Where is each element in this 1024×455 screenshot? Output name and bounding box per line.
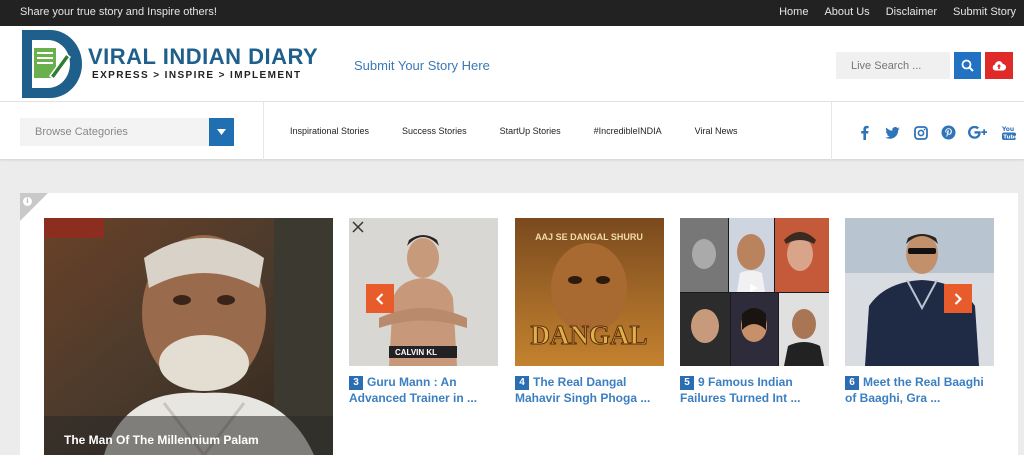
google-plus-icon[interactable] xyxy=(968,124,989,141)
instagram-icon[interactable] xyxy=(912,124,929,141)
search-icon xyxy=(961,59,974,72)
menu-item-inspirational-stories[interactable]: Inspirational Stories xyxy=(290,126,369,136)
chevron-right-icon xyxy=(954,292,962,305)
story-title-line2: Mahavir Singh Phoga ... xyxy=(515,391,651,405)
pinterest-icon[interactable] xyxy=(940,124,957,141)
youtube-icon[interactable]: YouTube xyxy=(1000,124,1017,141)
story-title[interactable]: 4 The Real Dangal Mahavir Singh Phoga ... xyxy=(515,374,664,406)
svg-text:You: You xyxy=(1002,126,1014,133)
story-title[interactable]: 5 9 Famous Indian Failures Turned Int ... xyxy=(680,374,829,406)
search-button[interactable] xyxy=(954,52,981,79)
story-card[interactable]: 5 9 Famous Indian Failures Turned Int ... xyxy=(680,218,829,406)
site-header: VIRAL INDIAN DIARY EXPRESS > INSPIRE > I… xyxy=(0,26,1024,102)
story-thumbnail[interactable]: AAJ SE DANGAL SHURU DANGAL xyxy=(515,218,664,366)
cloud-upload-icon xyxy=(992,61,1006,71)
chevron-left-icon xyxy=(376,292,384,305)
story-title-line1: 9 Famous Indian xyxy=(698,375,793,389)
story-title-line1: Guru Mann : An xyxy=(367,375,457,389)
nav-divider xyxy=(263,102,264,160)
card-cover-text: DANGAL xyxy=(530,320,647,350)
story-title-line1: Meet the Real Baaghi xyxy=(863,375,984,389)
story-number: 6 xyxy=(845,376,859,390)
twitter-icon[interactable] xyxy=(884,124,901,141)
top-bar: Share your true story and Inspire others… xyxy=(0,0,1024,26)
featured-story[interactable]: The Man Of The Millennium Palam xyxy=(44,218,333,455)
card-cover-text: CALVIN KL xyxy=(395,348,437,357)
story-number: 4 xyxy=(515,376,529,390)
story-thumbnail[interactable] xyxy=(680,218,829,366)
browse-categories-dropdown[interactable]: Browse Categories xyxy=(20,118,234,146)
menu-item-startup-stories[interactable]: StartUp Stories xyxy=(500,126,561,136)
info-icon[interactable]: i xyxy=(23,197,32,206)
facebook-icon[interactable] xyxy=(856,124,873,141)
story-number: 3 xyxy=(349,376,363,390)
svg-text:Tube: Tube xyxy=(1003,134,1016,140)
story-thumbnail-image xyxy=(680,218,829,366)
logo-subtitle: EXPRESS > INSPIRE > IMPLEMENT xyxy=(92,70,302,81)
browse-categories-label: Browse Categories xyxy=(35,126,128,138)
story-card[interactable]: AAJ SE DANGAL SHURU DANGAL 4 The Real Dan… xyxy=(515,218,664,406)
story-number: 5 xyxy=(680,376,694,390)
slider-prev-button[interactable] xyxy=(366,284,394,313)
top-link-disclaimer[interactable]: Disclaimer xyxy=(886,6,937,18)
story-title[interactable]: 6 Meet the Real Baaghi of Baaghi, Gra ... xyxy=(845,374,994,406)
slider-next-button[interactable] xyxy=(944,284,972,313)
top-link-home[interactable]: Home xyxy=(779,6,808,18)
card-cover-text: AAJ SE DANGAL SHURU xyxy=(535,232,643,242)
story-title-line1: The Real Dangal xyxy=(533,375,627,389)
menu-item-viral-news[interactable]: Viral News xyxy=(695,126,738,136)
nav-divider xyxy=(831,102,832,160)
top-link-submit-story[interactable]: Submit Story xyxy=(953,6,1016,18)
story-thumbnail-image: AAJ SE DANGAL SHURU DANGAL xyxy=(515,218,664,366)
social-links: YouTube xyxy=(856,124,1017,141)
menu-item-incredible-india[interactable]: #IncredibleINDIA xyxy=(594,126,662,136)
live-search xyxy=(836,52,1013,79)
menu-item-success-stories[interactable]: Success Stories xyxy=(402,126,467,136)
story-title-line2: of Baaghi, Gra ... xyxy=(845,391,941,405)
site-logo[interactable]: VIRAL INDIAN DIARY EXPRESS > INSPIRE > I… xyxy=(20,28,318,100)
story-title-line2: Failures Turned Int ... xyxy=(680,391,801,405)
logo-title: VIRAL INDIAN DIARY xyxy=(88,44,319,69)
main-nav: Browse Categories Inspirational Stories … xyxy=(0,102,1024,160)
category-menu: Inspirational Stories Success Stories St… xyxy=(290,126,738,136)
featured-caption-bar: The Man Of The Millennium Palam xyxy=(44,416,333,455)
search-input[interactable] xyxy=(836,52,950,79)
top-links: Home About Us Disclaimer Submit Story xyxy=(779,6,1016,18)
featured-story-title[interactable]: The Man Of The Millennium Palam xyxy=(64,433,259,447)
upload-button[interactable] xyxy=(985,52,1013,79)
top-link-about[interactable]: About Us xyxy=(824,6,869,18)
submit-story-link[interactable]: Submit Your Story Here xyxy=(354,58,490,73)
site-tagline: Share your true story and Inspire others… xyxy=(20,6,217,18)
story-title[interactable]: 3 Guru Mann : An Advanced Trainer in ... xyxy=(349,374,498,406)
story-title-line2: Advanced Trainer in ... xyxy=(349,391,478,405)
chevron-down-icon xyxy=(209,118,234,146)
logo-d-icon xyxy=(22,30,82,98)
